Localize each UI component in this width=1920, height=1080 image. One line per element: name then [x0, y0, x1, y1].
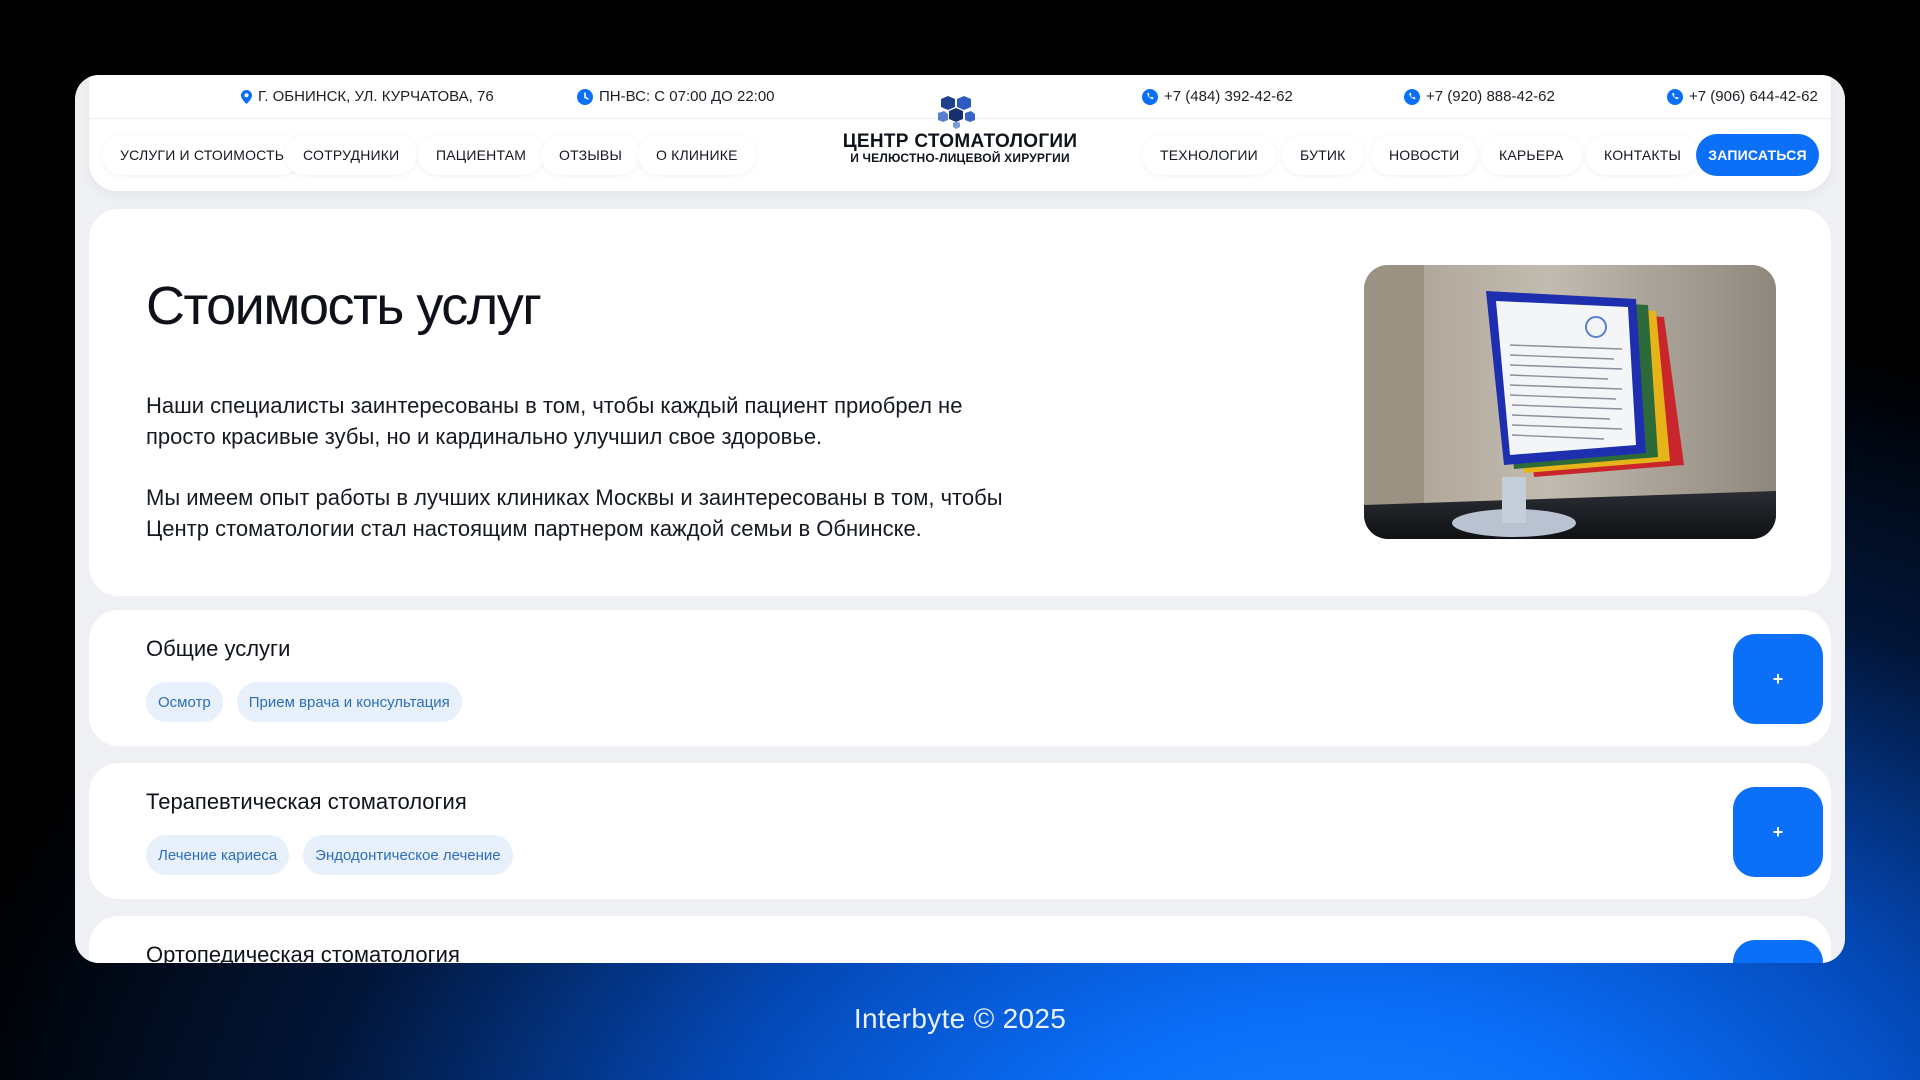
nav-about[interactable]: О КЛИНИКЕ — [638, 135, 756, 175]
category-title: Общие услуги — [146, 636, 291, 661]
logo-mark-icon — [938, 96, 975, 129]
phone-text: +7 (920) 888-42-62 — [1426, 88, 1555, 105]
phone-icon — [1667, 88, 1683, 105]
nav-contacts[interactable]: КОНТАКТЫ — [1586, 135, 1700, 175]
category-title: Терапевтическая стоматология — [146, 789, 467, 814]
expand-button[interactable]: + — [1733, 634, 1823, 724]
phone-3[interactable]: +7 (906) 644-42-62 — [1667, 88, 1818, 105]
phone-icon — [1142, 88, 1158, 105]
phone-2[interactable]: +7 (920) 888-42-62 — [1404, 88, 1555, 105]
service-tag[interactable]: Эндодонтическое лечение — [303, 835, 513, 875]
nav-career[interactable]: КАРЬЕРА — [1481, 135, 1582, 175]
nav-services-prices[interactable]: УСЛУГИ И СТОИМОСТЬ — [102, 135, 303, 175]
logo-subtitle: И ЧЕЛЮСТНО-ЛИЦЕВОЙ ХИРУРГИИ — [850, 151, 1070, 165]
hours-info: ПН-ВС: С 07:00 ДО 22:00 — [577, 88, 775, 105]
book-appointment-button[interactable]: ЗАПИСАТЬСЯ — [1696, 134, 1819, 176]
nav-technologies[interactable]: ТЕХНОЛОГИИ — [1142, 135, 1276, 175]
category-tags: Лечение кариеса Эндодонтическое лечение — [146, 835, 513, 875]
hero-paragraph-1: Наши специалисты заинтересованы в том, ч… — [146, 390, 1066, 452]
logo-title: ЦЕНТР СТОМАТОЛОГИИ — [842, 131, 1078, 152]
footer-credit: Interbyte © 2025 — [853, 1003, 1067, 1034]
clock-icon — [577, 88, 593, 105]
hero-paragraph-2-line-2: Центр стоматологии стал настоящим партне… — [146, 516, 922, 541]
nav-patients[interactable]: ПАЦИЕНТАМ — [418, 135, 545, 175]
category-card: Терапевтическая стоматология Лечение кар… — [89, 763, 1831, 899]
phone-icon — [1404, 88, 1420, 105]
hero-paragraph-2: Мы имеем опыт работы в лучших клиниках М… — [146, 482, 1066, 544]
category-card: Ортопедическая стоматология + — [89, 916, 1831, 963]
category-card: Общие услуги Осмотр Прием врача и консул… — [89, 610, 1831, 746]
hours-text: ПН-ВС: С 07:00 ДО 22:00 — [599, 88, 775, 105]
expand-button[interactable]: + — [1733, 787, 1823, 877]
expand-button[interactable]: + — [1733, 940, 1823, 963]
service-tag[interactable]: Осмотр — [146, 682, 223, 722]
price-list-stand-image — [1364, 265, 1776, 539]
page-title: Стоимость услуг — [146, 276, 542, 336]
service-tag[interactable]: Прием врача и консультация — [236, 682, 462, 722]
address-text: Г. ОБНИНСК, УЛ. КУРЧАТОВА, 76 — [258, 88, 494, 105]
phone-1[interactable]: +7 (484) 392-42-62 — [1142, 88, 1293, 105]
nav-staff[interactable]: СОТРУДНИКИ — [285, 135, 418, 175]
address-info: Г. ОБНИНСК, УЛ. КУРЧАТОВА, 76 — [241, 88, 494, 105]
nav-news[interactable]: НОВОСТИ — [1371, 135, 1478, 175]
category-tags: Осмотр Прием врача и консультация — [146, 682, 462, 722]
site-header: Г. ОБНИНСК, УЛ. КУРЧАТОВА, 76 ПН-ВС: С 0… — [89, 75, 1831, 191]
hero-paragraph-1-line-2: просто красивые зубы, но и кардинально у… — [146, 424, 823, 449]
service-tag[interactable]: Лечение кариеса — [146, 835, 290, 875]
hero-paragraph-2-line-1: Мы имеем опыт работы в лучших клиниках М… — [146, 485, 1003, 510]
category-title: Ортопедическая стоматология — [146, 942, 460, 963]
hero-section: Стоимость услуг Наши специалисты заинтер… — [89, 209, 1831, 596]
hero-paragraph-1-line-1: Наши специалисты заинтересованы в том, ч… — [146, 393, 963, 418]
phone-text: +7 (484) 392-42-62 — [1164, 88, 1293, 105]
nav-boutique[interactable]: БУТИК — [1282, 135, 1364, 175]
clinic-logo[interactable]: ЦЕНТР СТОМАТОЛОГИИ И ЧЕЛЮСТНО-ЛИЦЕВОЙ ХИ… — [833, 93, 1087, 173]
nav-reviews[interactable]: ОТЗЫВЫ — [541, 135, 641, 175]
browser-frame: Г. ОБНИНСК, УЛ. КУРЧАТОВА, 76 ПН-ВС: С 0… — [75, 75, 1845, 963]
location-pin-icon — [241, 89, 252, 104]
phone-text: +7 (906) 644-42-62 — [1689, 88, 1818, 105]
